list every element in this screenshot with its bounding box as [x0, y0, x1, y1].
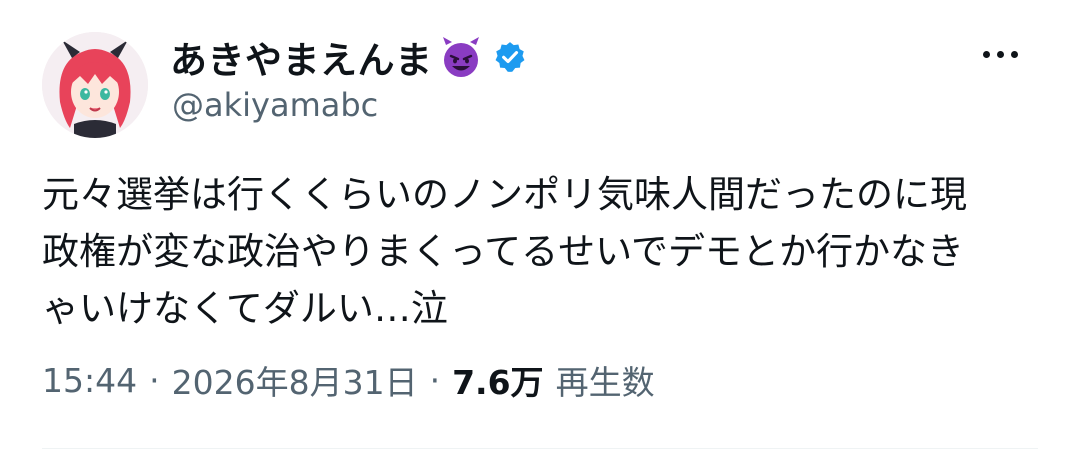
- author-name-row[interactable]: あきやまえんま: [170, 32, 527, 82]
- tweet-text: 元々選挙は行くくらいのノンポリ気味人間だったのに現 政権が変な政治やりまくってる…: [42, 166, 1042, 337]
- meta-separator: ·: [149, 360, 160, 400]
- author-handle[interactable]: @akiyamabc: [172, 86, 378, 124]
- divider: [42, 448, 1038, 449]
- more-dot: [982, 50, 990, 58]
- verified-badge-icon[interactable]: [493, 40, 527, 74]
- tweet-meta: 15:44 · 2026年8月31日 · 7.6万 再生数: [42, 356, 655, 404]
- tweet-line: ゃいけなくてダルい…泣: [42, 287, 448, 330]
- avatar-image: [42, 32, 148, 138]
- views-count[interactable]: 7.6万: [452, 356, 543, 404]
- tweet-line: 政権が変な政治やりまくってるせいでデモとか行かなき: [42, 230, 965, 273]
- views-label: 再生数: [555, 363, 655, 402]
- smiling-devil-icon: [442, 37, 479, 77]
- more-dot: [1010, 50, 1018, 58]
- avatar[interactable]: [42, 32, 148, 138]
- tweet-date[interactable]: 2026年8月31日: [172, 356, 418, 404]
- meta-separator: ·: [429, 360, 441, 400]
- author-display-name[interactable]: あきやまえんま: [170, 30, 433, 84]
- more-dot: [996, 50, 1004, 58]
- tweet-time[interactable]: 15:44: [42, 361, 137, 400]
- more-horizontal-icon[interactable]: [972, 40, 1028, 68]
- tweet-line: 元々選挙は行くくらいのノンポリ気味人間だったのに現: [42, 173, 967, 216]
